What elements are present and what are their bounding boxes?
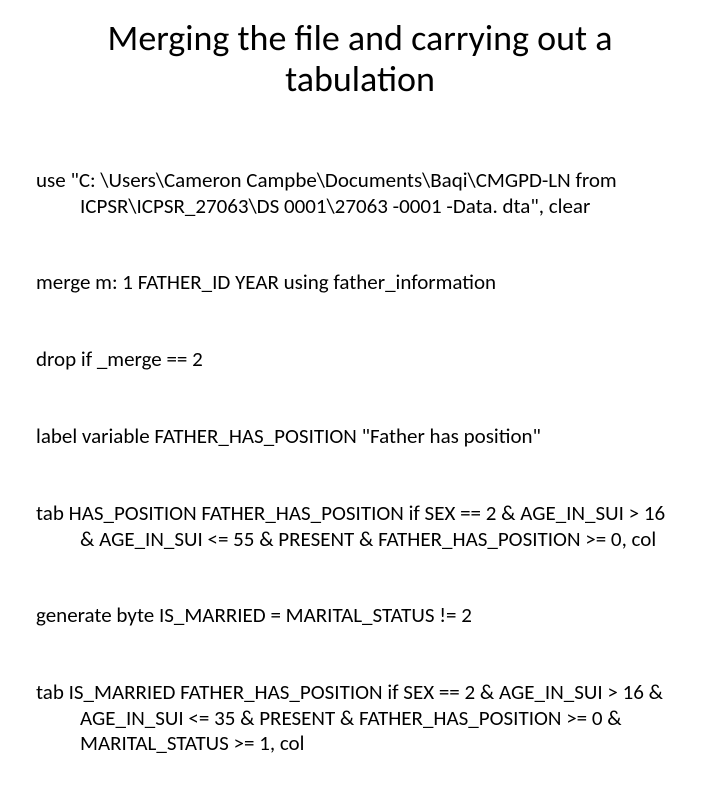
code-line: use "C: \Users\Cameron Campbe\Documents\… — [36, 168, 684, 219]
slide: Merging the file and carrying out a tabu… — [0, 0, 720, 540]
code-line: tab IS_MARRIED FATHER_HAS_POSITION if SE… — [36, 680, 684, 757]
code-line: tab HAS_POSITION FATHER_HAS_POSITION if … — [36, 501, 684, 552]
slide-title: Merging the file and carrying out a tabu… — [36, 18, 684, 101]
code-line: generate byte IS_MARRIED = MARITAL_STATU… — [36, 603, 684, 629]
code-line: label variable FATHER_HAS_POSITION "Fath… — [36, 424, 684, 450]
code-line: merge m: 1 FATHER_ID YEAR using father_i… — [36, 270, 684, 296]
code-line: drop if _merge == 2 — [36, 347, 684, 373]
code-block: use "C: \Users\Cameron Campbe\Documents\… — [36, 117, 684, 808]
